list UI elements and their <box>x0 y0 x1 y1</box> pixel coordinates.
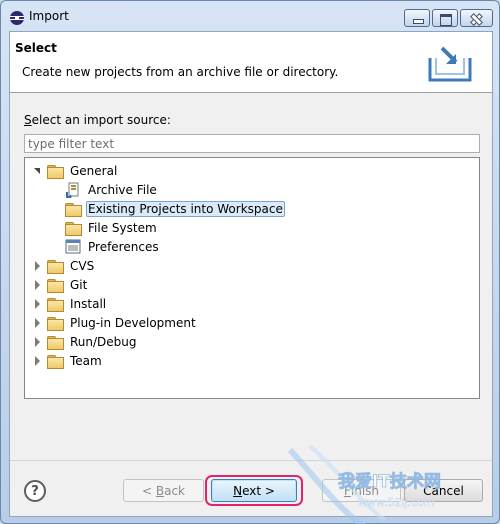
expand-arrow-icon[interactable] <box>33 166 43 176</box>
import-source-tree[interactable]: General Archive File Existing Projects i… <box>24 157 480 399</box>
finish-button[interactable]: Finish <box>322 479 401 502</box>
folder-icon <box>47 316 64 331</box>
eclipse-icon <box>10 11 24 25</box>
import-wizard-icon <box>428 46 472 82</box>
window-title: Import <box>29 9 69 23</box>
folder-icon <box>47 297 64 312</box>
back-mnemonic: B <box>155 483 165 498</box>
label-mnemonic: S <box>24 113 32 127</box>
help-button[interactable]: ? <box>24 480 46 502</box>
tree-item-label: Team <box>70 354 102 368</box>
tree-item-label: Install <box>70 297 107 311</box>
maximize-icon <box>433 10 457 26</box>
expand-arrow-icon[interactable] <box>33 299 43 309</box>
tree-item-label: Run/Debug <box>70 335 137 349</box>
tree-item-git[interactable]: Git <box>33 276 89 294</box>
folder-icon <box>47 278 64 293</box>
expand-arrow-icon[interactable] <box>33 280 43 290</box>
cancel-button[interactable]: Cancel <box>404 479 483 502</box>
tree-item-label: Plug-in Development <box>70 316 196 330</box>
page-description: Create new projects from an archive file… <box>22 65 339 79</box>
tree-item-label: CVS <box>70 259 95 273</box>
tree-item-cvs[interactable]: CVS <box>33 257 96 275</box>
back-prefix: < <box>141 483 153 498</box>
tree-item-plugin-development[interactable]: Plug-in Development <box>33 314 198 332</box>
expand-arrow-icon[interactable] <box>33 337 43 347</box>
tree-item-label: Preferences <box>88 240 159 254</box>
help-icon: ? <box>31 483 39 499</box>
dialog-client-area: Select Create new projects from an archi… <box>9 31 493 524</box>
maximize-button[interactable] <box>432 9 458 27</box>
tree-item-general[interactable]: General <box>33 162 119 180</box>
back-button[interactable]: < Back <box>123 479 204 502</box>
expand-arrow-icon[interactable] <box>33 356 43 366</box>
folder-icon <box>47 335 64 350</box>
close-button[interactable] <box>460 9 493 27</box>
minimize-button[interactable] <box>404 9 430 27</box>
minimize-icon <box>405 10 429 26</box>
tree-item-run-debug[interactable]: Run/Debug <box>33 333 139 351</box>
tree-item-team[interactable]: Team <box>33 352 104 370</box>
tree-item-label: General <box>70 164 118 178</box>
tree-item-install[interactable]: Install <box>33 295 108 313</box>
folder-icon <box>65 221 82 236</box>
folder-icon <box>47 354 64 369</box>
tree-item-label: Git <box>70 278 88 292</box>
next-label: ext > <box>242 483 275 498</box>
tree-item-label: File System <box>88 221 157 235</box>
preferences-icon <box>65 239 81 254</box>
finish-label: inish <box>350 483 380 498</box>
import-dialog: Import Select Create new projects from a… <box>0 0 500 524</box>
tree-item-existing-projects[interactable]: Existing Projects into Workspace <box>65 200 285 218</box>
filter-input[interactable] <box>24 134 480 153</box>
next-mnemonic: N <box>233 483 243 498</box>
header-separator <box>10 92 492 93</box>
next-button[interactable]: Next > <box>211 479 297 502</box>
import-source-label: Select an import source: <box>24 113 171 127</box>
folder-icon <box>47 259 64 274</box>
archive-file-icon <box>66 182 79 198</box>
tree-item-preferences[interactable]: Preferences <box>65 238 161 256</box>
button-bar-separator <box>10 460 492 461</box>
tree-item-label: Archive File <box>88 183 157 197</box>
back-label: ack <box>164 483 186 498</box>
folder-icon <box>47 164 64 179</box>
label-rest: elect an import source: <box>31 113 171 127</box>
close-icon <box>461 10 492 26</box>
expand-arrow-icon[interactable] <box>33 318 43 328</box>
title-bar[interactable]: Import <box>1 1 499 31</box>
tree-item-file-system[interactable]: File System <box>65 219 159 237</box>
finish-mnemonic: F <box>343 483 351 498</box>
wizard-header: Select Create new projects from an archi… <box>10 32 492 92</box>
page-title: Select <box>15 41 57 55</box>
tree-item-label: Existing Projects into Workspace <box>86 201 285 217</box>
existing-projects-icon <box>65 202 82 217</box>
expand-arrow-icon[interactable] <box>33 261 43 271</box>
tree-item-archive-file[interactable]: Archive File <box>65 181 159 199</box>
cancel-label: Cancel <box>423 483 464 498</box>
